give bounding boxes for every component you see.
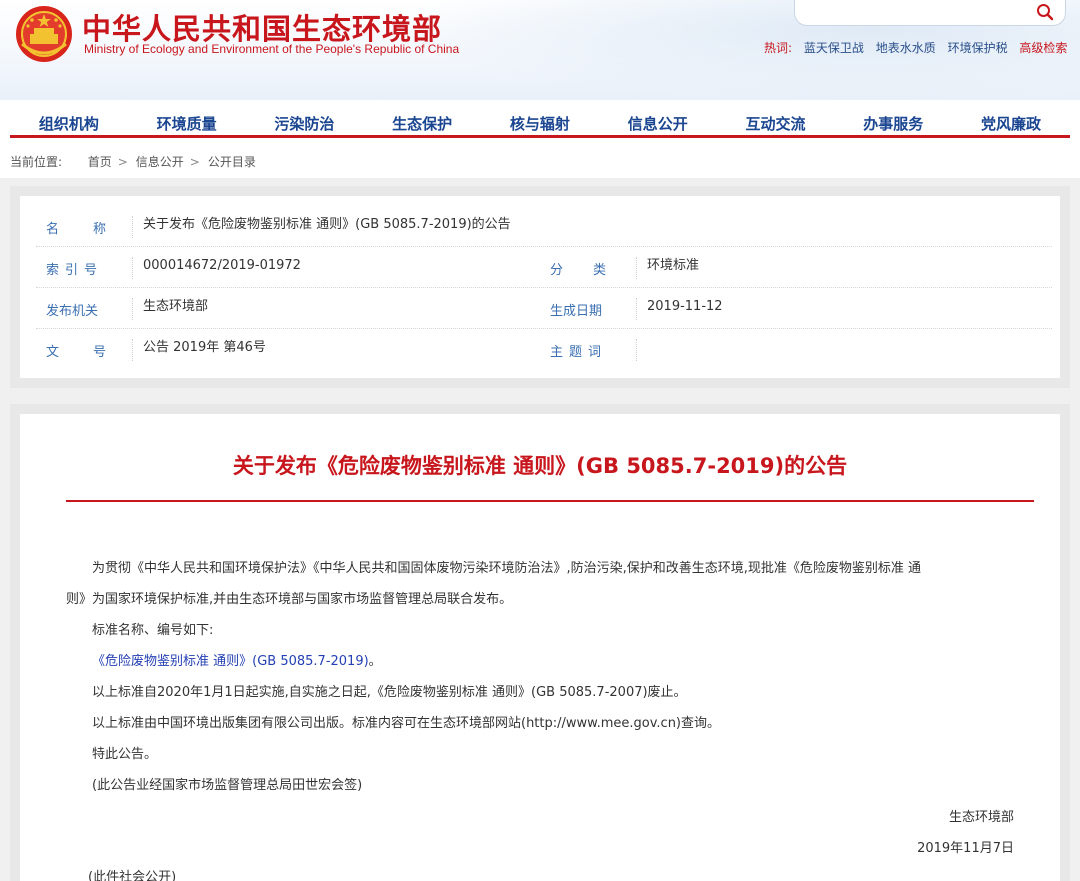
meta-value-subject	[636, 339, 647, 361]
hotword-link[interactable]: 地表水水质	[876, 41, 936, 55]
breadcrumb-label: 当前位置:	[10, 155, 63, 169]
meta-label-docno: 文号	[46, 345, 141, 360]
article-paragraph: (此公告业经国家市场监督管理总局田世宏会签)	[92, 778, 363, 793]
standard-link[interactable]: 《危险废物鉴别标准 通则》(GB 5085.7-2019)	[92, 654, 369, 669]
nav-item-ecological-protection[interactable]: 生态保护	[364, 113, 481, 137]
hotwords-bar: 热词: 蓝天保卫战 地表水水质 环境保护税 高级检索	[764, 39, 1067, 56]
standard-link-tail: 。	[368, 654, 382, 669]
article-paragraph: 以上标准自2020年1月1日起实施,自实施之日起,《危险废物鉴别标准 通则》(G…	[92, 685, 687, 700]
article-public-note: (此件社会公开)	[88, 870, 177, 881]
article-signer: 生态环境部	[948, 810, 1014, 825]
nav-item-interaction[interactable]: 互动交流	[717, 113, 834, 137]
meta-label-issuer: 发布机关	[46, 304, 99, 319]
meta-label-name: 名称	[46, 222, 141, 237]
article-body: 关于发布《危险废物鉴别标准 通则》(GB 5085.7-2019)的公告 为贯彻…	[20, 414, 1060, 881]
meta-label-category: 分类	[550, 263, 637, 278]
meta-row-docno: 文号 公告 2019年 第46号 主题词	[36, 329, 1052, 370]
meta-value-name: 关于发布《危险废物鉴别标准 通则》(GB 5085.7-2019)的公告	[132, 216, 511, 238]
nav-item-environment-quality[interactable]: 环境质量	[128, 113, 245, 137]
search-icon[interactable]	[1035, 2, 1055, 22]
search-input[interactable]	[805, 3, 1025, 21]
breadcrumb: 当前位置: 首页 > 信息公开 > 公开目录	[0, 142, 1080, 178]
site-title-en: Ministry of Ecology and Environment of t…	[84, 42, 460, 56]
hotwords-label: 热词:	[764, 41, 793, 55]
article-paragraph: 特此公告。	[92, 747, 158, 762]
meta-row-index: 索引号 000014672/2019-01972 分类 环境标准	[36, 247, 1052, 288]
article-paragraph: 以上标准由中国环境出版集团有限公司出版。标准内容可在生态环境部网站(http:/…	[92, 716, 721, 731]
article-paragraph: 标准名称、编号如下:	[92, 623, 214, 638]
site-header: 中华人民共和国生态环境部 Ministry of Ecology and Env…	[0, 0, 1080, 100]
nav-divider	[10, 135, 1070, 138]
meta-label-index: 索引号	[46, 263, 104, 278]
national-emblem-icon	[16, 6, 72, 62]
hotword-link[interactable]: 环境保护税	[948, 41, 1008, 55]
nav-item-pollution-control[interactable]: 污染防治	[246, 113, 363, 137]
title-divider	[66, 500, 1034, 502]
breadcrumb-info-disclosure[interactable]: 信息公开	[136, 155, 184, 169]
advanced-search-link[interactable]: 高级检索	[1019, 41, 1067, 55]
article-paragraph: 《危险废物鉴别标准 通则》(GB 5085.7-2019)。	[92, 650, 382, 669]
article-title: 关于发布《危险废物鉴别标准 通则》(GB 5085.7-2019)的公告	[232, 454, 848, 478]
meta-value-issuer: 生态环境部	[132, 298, 208, 320]
document-metadata-table: 名称 关于发布《危险废物鉴别标准 通则》(GB 5085.7-2019)的公告 …	[20, 196, 1060, 378]
meta-value-docno: 公告 2019年 第46号	[132, 339, 266, 361]
nav-item-party-integrity[interactable]: 党风廉政	[953, 113, 1070, 137]
article-paragraph: 则》为国家环境保护标准,并由生态环境部与国家市场监督管理总局联合发布。	[66, 592, 513, 607]
breadcrumb-separator: >	[189, 155, 200, 169]
meta-value-date: 2019-11-12	[636, 298, 723, 320]
article-panel: 关于发布《危险废物鉴别标准 通则》(GB 5085.7-2019)的公告 为贯彻…	[10, 404, 1070, 881]
breadcrumb-catalog[interactable]: 公开目录	[208, 155, 256, 169]
article-paragraph: 为贯彻《中华人民共和国环境保护法》《中华人民共和国固体废物污染环境防治法》,防治…	[92, 561, 922, 576]
nav-item-nuclear-radiation[interactable]: 核与辐射	[481, 113, 598, 137]
nav-item-organization[interactable]: 组织机构	[10, 113, 127, 137]
meta-label-date: 生成日期	[550, 304, 603, 319]
meta-label-subject: 主题词	[550, 345, 608, 360]
meta-row-name: 名称 关于发布《危险废物鉴别标准 通则》(GB 5085.7-2019)的公告	[36, 206, 1052, 247]
meta-value-index: 000014672/2019-01972	[132, 257, 301, 279]
document-metadata-panel: 名称 关于发布《危险废物鉴别标准 通则》(GB 5085.7-2019)的公告 …	[10, 186, 1070, 388]
nav-item-services[interactable]: 办事服务	[835, 113, 952, 137]
meta-row-issuer: 发布机关 生态环境部 生成日期 2019-11-12	[36, 288, 1052, 329]
breadcrumb-separator: >	[117, 155, 128, 169]
meta-value-category: 环境标准	[636, 257, 699, 279]
hotword-link[interactable]: 蓝天保卫战	[804, 41, 864, 55]
article-sign-date: 2019年11月7日	[917, 841, 1014, 856]
breadcrumb-home[interactable]: 首页	[88, 155, 112, 169]
search-box	[794, 0, 1066, 26]
nav-item-information-disclosure[interactable]: 信息公开	[599, 113, 716, 137]
